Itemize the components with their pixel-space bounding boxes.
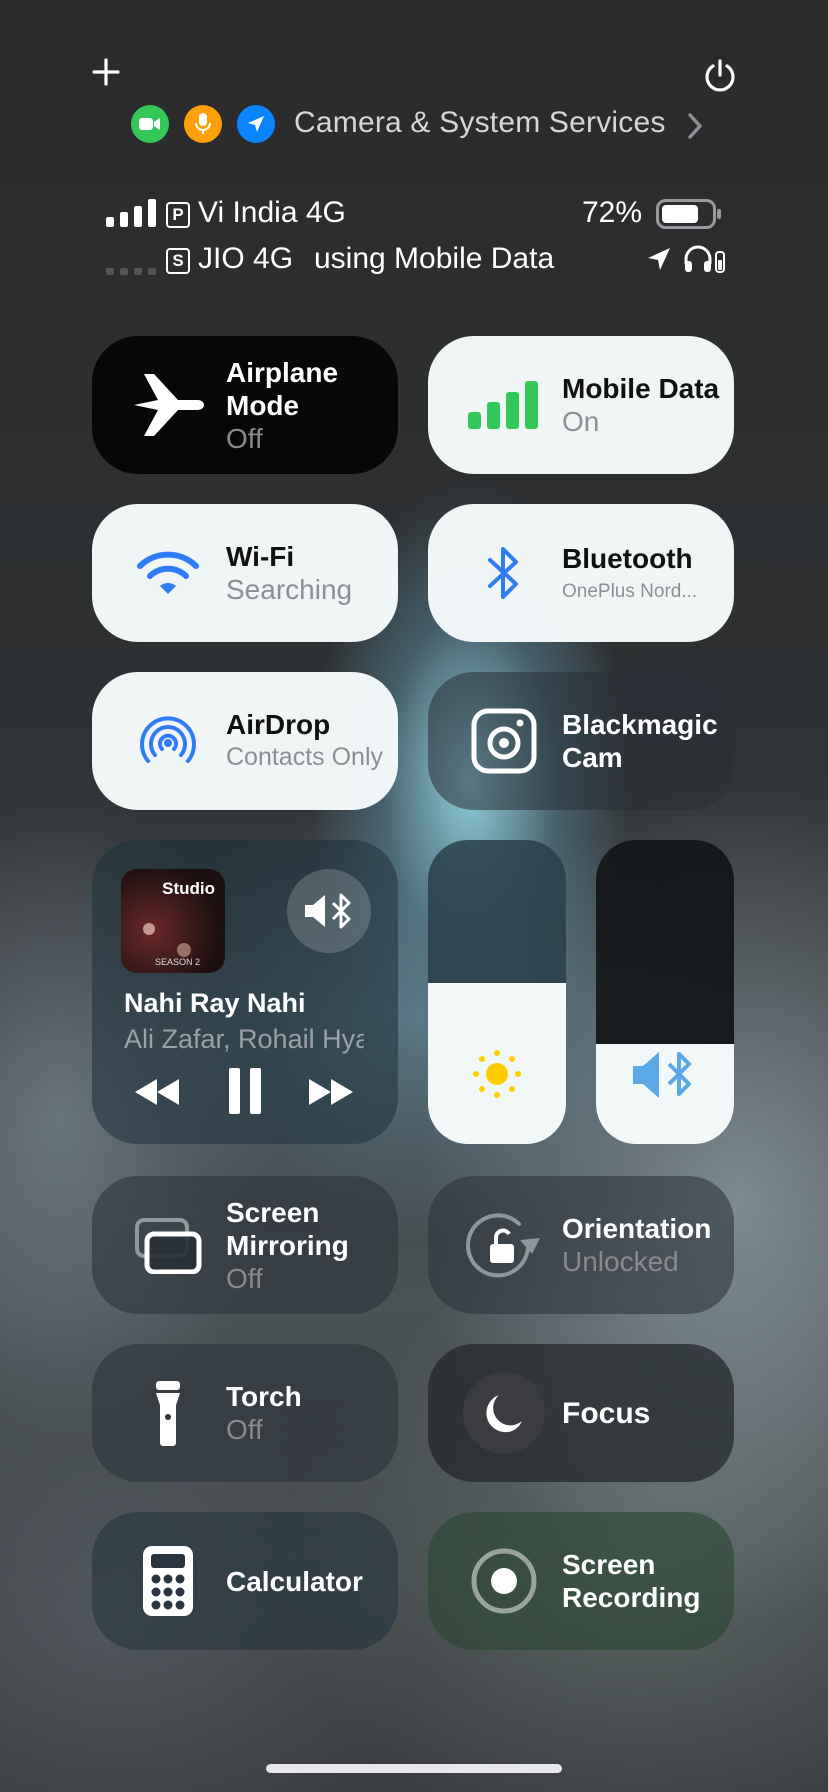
airplane-mode-title: Airplane Mode [226, 356, 339, 421]
home-indicator[interactable] [266, 1764, 562, 1773]
rewind-button[interactable] [132, 1072, 182, 1112]
audio-output-button[interactable] [287, 869, 371, 953]
track-artist: Ali Zafar, Rohail Hyatt [124, 1024, 364, 1054]
camera-indicator [131, 105, 169, 143]
location-services-icon [648, 248, 670, 270]
orientation-lock-tile[interactable]: Orientation Unlocked [428, 1176, 734, 1314]
microphone-indicator [184, 105, 222, 143]
record-icon [471, 1548, 537, 1614]
bluetooth-tile[interactable]: Bluetooth OnePlus Nord... [428, 504, 734, 642]
airdrop-tile[interactable]: AirDrop Contacts Only [92, 672, 398, 810]
rewind-icon [135, 1079, 179, 1105]
microphone-icon [195, 113, 211, 134]
album-art-bokeh [177, 943, 191, 957]
orientation-lock-icon [466, 1213, 540, 1278]
mobile-data-tile[interactable]: Mobile Data On [428, 336, 734, 474]
privacy-label[interactable]: Camera & System Services [294, 106, 666, 140]
volume-slider[interactable] [596, 840, 734, 1144]
sim-badge-secondary: S [166, 248, 190, 274]
carrier-secondary: JIO 4G [198, 242, 294, 275]
sim-badge-primary: P [166, 202, 190, 228]
chevron-right-icon[interactable] [686, 112, 704, 140]
airplane-mode-state: Off [226, 422, 263, 454]
fast-forward-button[interactable] [306, 1072, 356, 1112]
signal-none-icon [106, 268, 156, 275]
torch-title: Torch [226, 1381, 302, 1412]
bluetooth-title: Bluetooth [562, 542, 693, 574]
bluetooth-device: OnePlus Nord... [562, 580, 698, 602]
pause-icon [229, 1068, 261, 1114]
battery-percent: 72% [582, 196, 643, 229]
location-indicator [237, 105, 275, 143]
screen-mirroring-title: Screen Mirroring [226, 1196, 349, 1261]
signal-bars-icon [106, 199, 156, 227]
mobile-data-title: Mobile Data [562, 373, 720, 404]
fast-forward-icon [309, 1079, 353, 1105]
airdrop-state: Contacts Only [226, 743, 384, 771]
location-arrow-icon [248, 116, 264, 132]
blackmagic-cam-title: Blackmagic Cam [562, 709, 718, 773]
camera-app-icon [471, 708, 537, 774]
sun-icon [473, 1050, 521, 1098]
power-icon [705, 59, 735, 92]
torch-tile[interactable]: Torch Off [92, 1344, 398, 1482]
speaker-bluetooth-volume-icon [633, 1052, 691, 1098]
battery-icon [656, 199, 721, 229]
airplane-mode-tile[interactable]: Airplane Mode Off [92, 336, 398, 474]
add-control-button[interactable] [88, 54, 124, 90]
orientation-title: Orientation [562, 1213, 712, 1244]
album-art-title: Studio [162, 879, 215, 898]
focus-tile[interactable]: Focus [428, 1344, 734, 1482]
screen-mirroring-state: Off [226, 1262, 263, 1294]
cellular-bars-icon [468, 381, 538, 429]
headphones-icon [684, 245, 725, 273]
plus-icon [92, 58, 120, 86]
focus-title: Focus [562, 1396, 651, 1430]
screen-mirroring-tile[interactable]: Screen Mirroring Off [92, 1176, 398, 1314]
calculator-tile[interactable]: Calculator [92, 1512, 398, 1650]
airdrop-title: AirDrop [226, 709, 331, 740]
power-button[interactable] [700, 56, 740, 96]
moon-icon [486, 1395, 522, 1433]
torch-state: Off [226, 1414, 263, 1445]
speaker-bluetooth-icon [305, 893, 351, 929]
orientation-state: Unlocked [562, 1246, 679, 1277]
blackmagic-cam-tile[interactable]: Blackmagic Cam [428, 672, 734, 810]
flashlight-icon [156, 1381, 180, 1446]
mobile-data-state: On [562, 406, 600, 437]
album-art-bokeh [143, 923, 155, 935]
wifi-title: Wi-Fi [226, 541, 295, 572]
screen-recording-tile[interactable]: Screen Recording [428, 1512, 734, 1650]
airplane-icon [134, 374, 204, 436]
screen-recording-title: Screen Recording [562, 1549, 701, 1613]
now-playing-widget[interactable]: Studio SEASON 2 Nahi Ray Nahi Ali Zafar,… [92, 840, 398, 1144]
album-art[interactable]: Studio SEASON 2 [121, 869, 225, 973]
video-camera-icon [139, 118, 160, 130]
bluetooth-icon [488, 547, 518, 599]
album-art-subtitle: SEASON 2 [155, 957, 201, 967]
focus-icon-circle [463, 1372, 545, 1454]
track-title: Nahi Ray Nahi [124, 988, 306, 1018]
pause-button[interactable] [222, 1066, 268, 1116]
wifi-state: Searching [226, 574, 353, 605]
brightness-slider[interactable] [428, 840, 566, 1144]
carrier-primary: Vi India 4G [198, 196, 346, 229]
wifi-tile[interactable]: Wi-Fi Searching [92, 504, 398, 642]
wifi-icon [137, 551, 199, 594]
calculator-title: Calculator [226, 1565, 363, 1597]
airdrop-icon [140, 716, 196, 763]
screen-mirroring-icon [135, 1218, 202, 1274]
mobile-data-note: using Mobile Data [314, 242, 555, 275]
calculator-icon [143, 1546, 193, 1616]
